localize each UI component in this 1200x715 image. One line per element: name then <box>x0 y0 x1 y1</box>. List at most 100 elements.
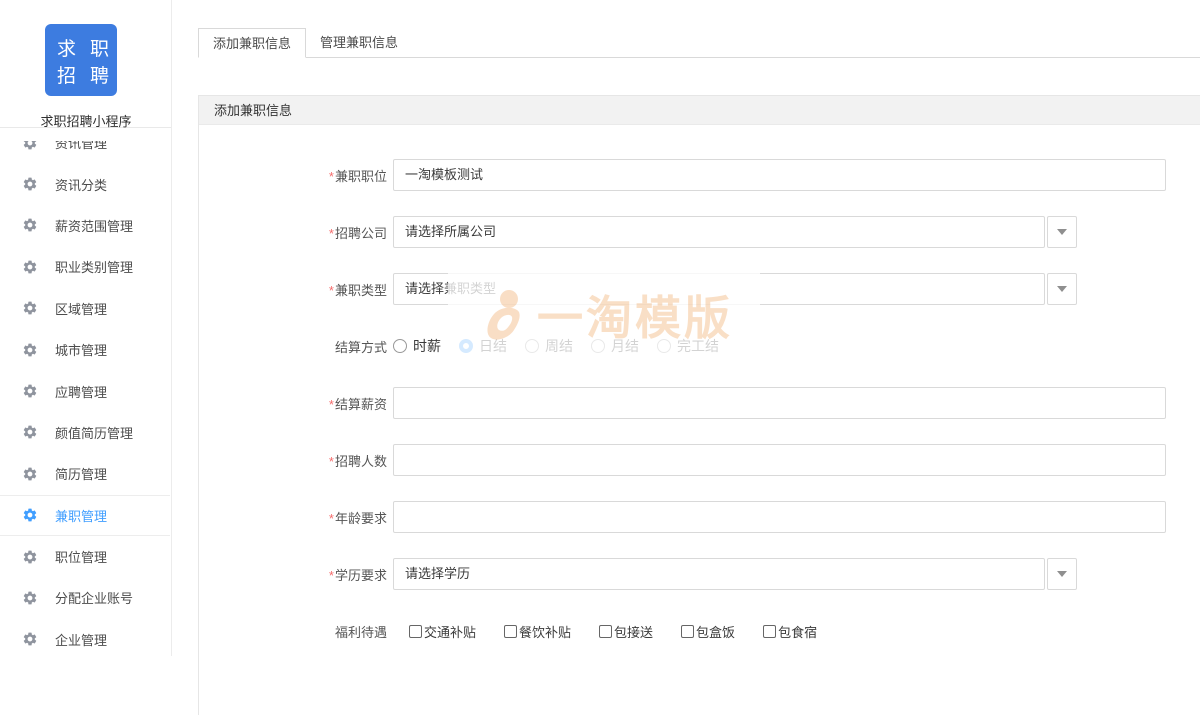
radio-option[interactable]: 日结 <box>459 336 507 356</box>
sidebar-item-5[interactable]: 区域管理 <box>0 288 170 329</box>
select-value[interactable]: 请选择学历 <box>393 558 1045 590</box>
radio-option[interactable]: 周结 <box>525 336 573 356</box>
checkbox-group: 交通补贴 餐饮补贴 包接送 包盒饭 包食宿 <box>393 622 845 641</box>
gear-icon <box>22 259 38 275</box>
sidebar-item-label: 企业管理 <box>55 630 107 649</box>
radio-circle-icon <box>591 339 605 353</box>
checkbox-label: 包盒饭 <box>696 622 735 641</box>
gear-icon <box>22 631 38 647</box>
sidebar-item-2[interactable]: 资讯分类 <box>0 163 170 204</box>
panel-title: 添加兼职信息 <box>199 95 1200 125</box>
radio-circle-icon <box>459 339 473 353</box>
gear-icon <box>22 217 38 233</box>
gear-icon <box>22 176 38 192</box>
sidebar-item-7[interactable]: 应聘管理 <box>0 370 170 411</box>
select-field: 请选择兼职类型 <box>393 273 1077 305</box>
sidebar-item-label: 区域管理 <box>55 299 107 318</box>
sidebar-item-8[interactable]: 颜值简历管理 <box>0 412 170 453</box>
radio-group: 时薪 日结 周结 月结完工结 <box>393 336 737 356</box>
checkbox-label: 包接送 <box>614 622 653 641</box>
sidebar-item-label: 颜值简历管理 <box>55 423 133 442</box>
gear-icon <box>22 424 38 440</box>
select-field: 请选择所属公司 <box>393 216 1077 248</box>
checkbox-option[interactable]: 包食宿 <box>763 622 817 641</box>
radio-label: 周结 <box>545 336 573 356</box>
sidebar-item-6[interactable]: 城市管理 <box>0 329 170 370</box>
checkbox-option[interactable]: 包盒饭 <box>681 622 735 641</box>
sidebar-item-3[interactable]: 薪资范围管理 <box>0 205 170 246</box>
add-parttime-panel: 添加兼职信息 *兼职职位一淘模板测试 *招聘公司请选择所属公司 *兼职类型请选择兼职… <box>198 95 1200 715</box>
sidebar-item-label: 薪资范围管理 <box>55 216 133 235</box>
sidebar-header: 求职 招聘 求职招聘小程序 <box>0 0 171 128</box>
radio-option[interactable]: 月结 <box>591 336 639 356</box>
text-input[interactable]: 一淘模板测试 <box>393 159 1166 191</box>
radio-label: 时薪 <box>413 336 441 356</box>
sidebar-item-label: 简历管理 <box>55 464 107 483</box>
sidebar-item-label: 城市管理 <box>55 340 107 359</box>
select-value[interactable]: 请选择兼职类型 <box>393 273 1045 305</box>
app-logo-line2: 招聘 <box>45 63 117 90</box>
sidebar-item-label: 兼职管理 <box>55 506 107 525</box>
form-row: 福利待遇 交通补贴 餐饮补贴 包接送 包盒饭 包食宿 <box>199 615 1200 647</box>
gear-icon <box>22 141 38 151</box>
gear-icon <box>22 383 38 399</box>
sidebar: 求职 招聘 求职招聘小程序 资讯管理资讯分类薪资范围管理职业类别管理区域管理城市… <box>0 0 172 656</box>
form-row: *年龄要求 <box>199 501 1200 533</box>
sidebar-item-label: 资讯分类 <box>55 175 107 194</box>
tab-1[interactable]: 添加兼职信息 <box>198 28 306 58</box>
field-label: *兼职类型 <box>199 280 387 299</box>
sidebar-item-11[interactable]: 职位管理 <box>0 536 170 577</box>
required-asterisk: * <box>329 226 334 241</box>
sidebar-item-12[interactable]: 分配企业账号 <box>0 577 170 618</box>
checkbox-label: 包食宿 <box>778 622 817 641</box>
dropdown-arrow-button[interactable] <box>1047 558 1077 590</box>
field-label: *学历要求 <box>199 565 387 584</box>
sidebar-item-9[interactable]: 简历管理 <box>0 453 170 494</box>
chevron-down-icon <box>1057 571 1067 577</box>
sidebar-item-1[interactable]: 资讯管理 <box>0 141 170 163</box>
sidebar-item-label: 分配企业账号 <box>55 588 133 607</box>
required-asterisk: * <box>329 169 334 184</box>
form-row: *招聘人数 <box>199 444 1200 476</box>
field-label: *招聘人数 <box>199 451 387 470</box>
form-row: *兼职类型请选择兼职类型 <box>199 273 1200 305</box>
checkbox-option[interactable]: 包接送 <box>599 622 653 641</box>
radio-circle-icon <box>525 339 539 353</box>
field-label: *兼职职位 <box>199 166 387 185</box>
radio-label: 月结 <box>611 336 639 356</box>
add-parttime-form: *兼职职位一淘模板测试*招聘公司请选择所属公司*兼职类型请选择兼职类型结算方式时… <box>199 125 1200 647</box>
tab-bar: 添加兼职信息管理兼职信息 <box>198 28 1200 58</box>
form-row: *兼职职位一淘模板测试 <box>199 159 1200 191</box>
field-label: *结算薪资 <box>199 394 387 413</box>
checkbox-label: 餐饮补贴 <box>519 622 571 641</box>
chevron-down-icon <box>1057 229 1067 235</box>
sidebar-item-4[interactable]: 职业类别管理 <box>0 246 170 287</box>
gear-icon <box>22 590 38 606</box>
checkbox-icon <box>599 625 612 638</box>
field-label: *招聘公司 <box>199 223 387 242</box>
checkbox-icon <box>504 625 517 638</box>
radio-option[interactable]: 完工结 <box>657 336 719 356</box>
dropdown-arrow-button[interactable] <box>1047 273 1077 305</box>
radio-option[interactable]: 时薪 <box>393 336 441 356</box>
checkbox-icon <box>681 625 694 638</box>
form-row: *学历要求请选择学历 <box>199 558 1200 590</box>
gear-icon <box>22 300 38 316</box>
tab-2[interactable]: 管理兼职信息 <box>306 28 412 57</box>
app-logo: 求职 招聘 <box>45 24 117 96</box>
text-input[interactable] <box>393 501 1166 533</box>
chevron-down-icon <box>1057 286 1067 292</box>
form-row: 结算方式时薪日结周结月结完工结 <box>199 330 1200 362</box>
checkbox-option[interactable]: 交通补贴 <box>409 622 476 641</box>
sidebar-item-13[interactable]: 企业管理 <box>0 619 170 656</box>
sidebar-item-10[interactable]: 兼职管理 <box>0 495 170 536</box>
radio-label: 日结 <box>479 336 507 356</box>
text-input[interactable] <box>393 444 1166 476</box>
dropdown-arrow-button[interactable] <box>1047 216 1077 248</box>
sidebar-item-label: 职位管理 <box>55 547 107 566</box>
select-value[interactable]: 请选择所属公司 <box>393 216 1045 248</box>
text-input[interactable] <box>393 387 1166 419</box>
checkbox-option[interactable]: 餐饮补贴 <box>504 622 571 641</box>
field-label: 福利待遇 <box>199 622 387 641</box>
checkbox-icon <box>409 625 422 638</box>
